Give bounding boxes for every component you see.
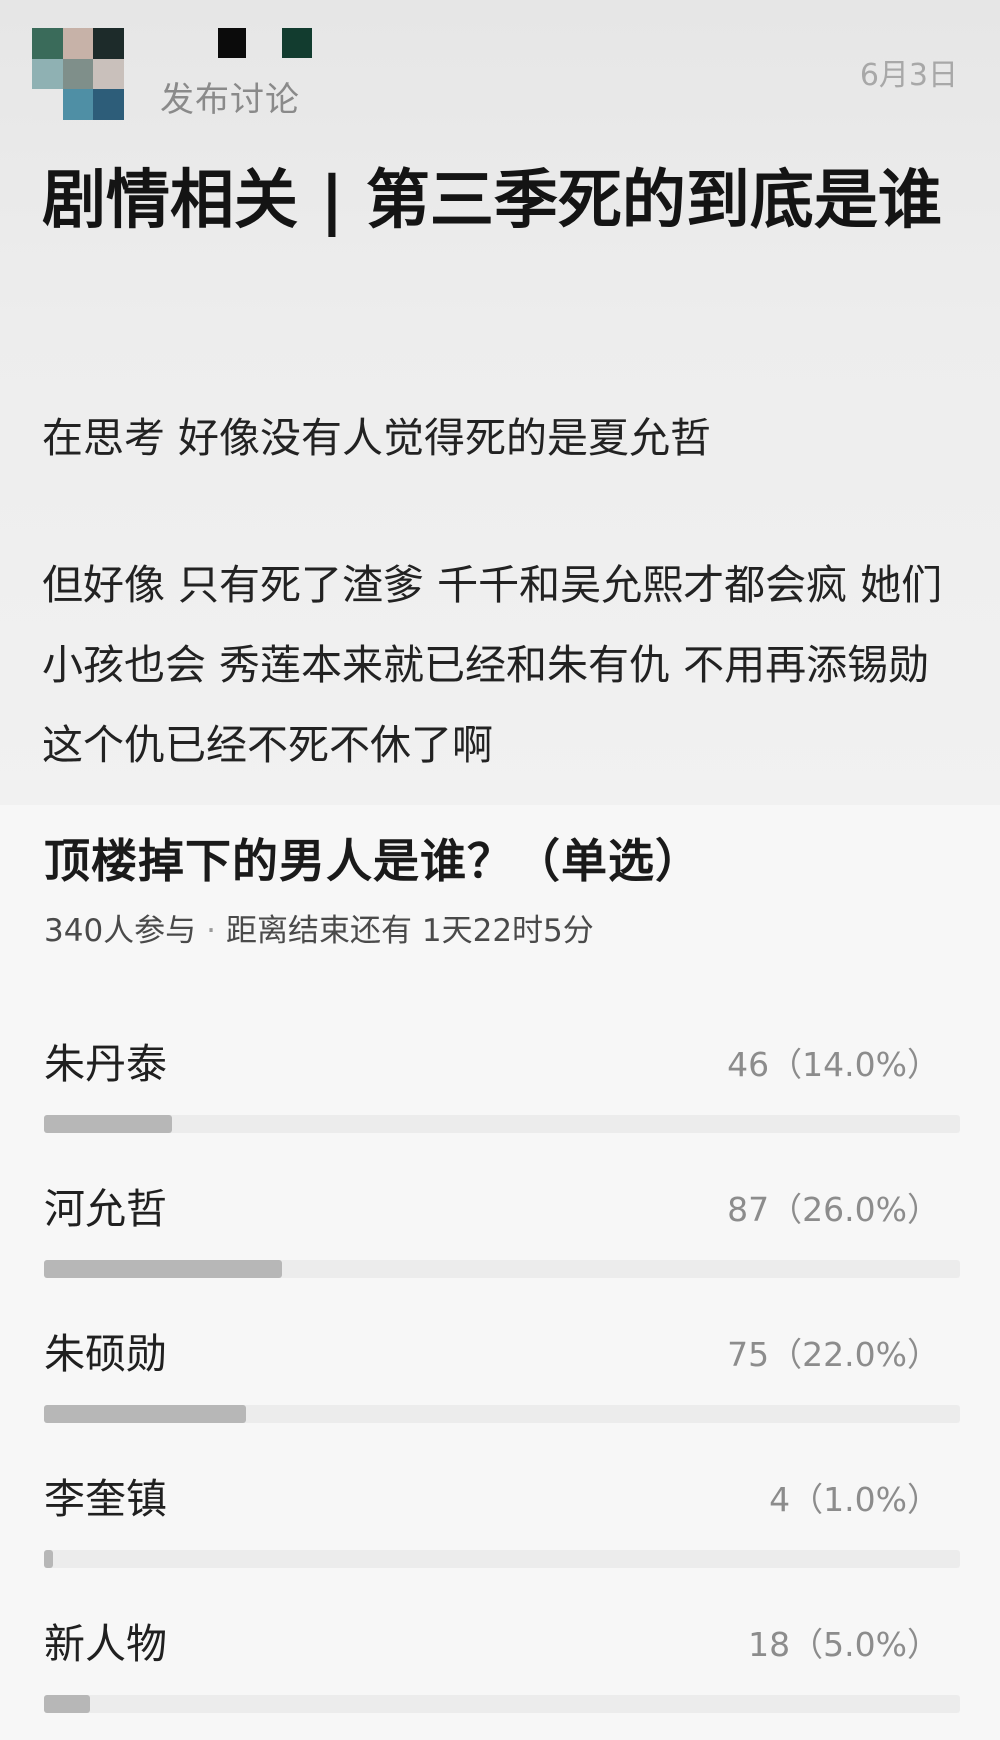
poll-option-bar	[44, 1550, 960, 1568]
poll-option[interactable]: 新人物 18（5.0%）	[44, 1610, 960, 1740]
poll-option-bar	[44, 1115, 960, 1133]
poll-option-bar-fill	[44, 1260, 283, 1278]
poll-option-label: 朱丹泰	[44, 1040, 167, 1088]
post-title: 剧情相关 | 第三季死的到底是谁	[42, 164, 942, 238]
poll-option-bar-fill	[44, 1405, 246, 1423]
poll-option[interactable]: 朱丹泰 46（14.0%）	[44, 1030, 960, 1175]
poll-option-count: 18（5.0%）	[748, 1625, 940, 1664]
username-blurred	[218, 28, 246, 58]
poll-meta: 340人参与 · 距离结束还有 1天22时5分	[44, 905, 594, 950]
separator-dot: ·	[206, 913, 217, 949]
poll-option-count: 4（1.0%）	[769, 1480, 940, 1519]
post-paragraph: 在思考 好像没有人觉得死的是夏允哲	[42, 414, 712, 462]
poll-option[interactable]: 李奎镇 4（1.0%）	[44, 1465, 960, 1610]
post-card[interactable]: 发布讨论 6月3日 剧情相关 | 第三季死的到底是谁 在思考 好像没有人觉得死的…	[0, 0, 1000, 805]
poll-option-count: 75（22.0%）	[727, 1335, 940, 1374]
poll-participants: 340人参与	[44, 913, 197, 949]
poll-option-bar	[44, 1405, 960, 1423]
poll-option-label: 朱硕勋	[44, 1330, 167, 1378]
poll-option-label: 河允哲	[44, 1185, 167, 1233]
avatar[interactable]	[32, 28, 124, 120]
poll-option-count: 87（26.0%）	[727, 1190, 940, 1229]
post-paragraph: 但好像 只有死了渣爹 千千和吴允熙才都会疯 她们小孩也会 秀莲本来就已经和朱有仇…	[42, 561, 943, 769]
poll-option[interactable]: 朱硕勋 75（22.0%）	[44, 1320, 960, 1465]
poll-remaining-time: 距离结束还有 1天22时5分	[226, 913, 594, 949]
post-type-label: 发布讨论	[160, 80, 300, 120]
username-blurred	[282, 28, 312, 58]
poll-option-count: 46（14.0%）	[727, 1045, 940, 1084]
poll-option-bar-fill	[44, 1115, 173, 1133]
poll-card: 顶楼掉下的男人是谁？（单选） 340人参与 · 距离结束还有 1天22时5分 朱丹泰…	[0, 805, 1000, 1740]
post-date: 6月3日	[859, 58, 958, 93]
poll-title: 顶楼掉下的男人是谁？（单选）	[44, 834, 702, 888]
poll-option[interactable]: 河允哲 87（26.0%）	[44, 1175, 960, 1320]
poll-option-label: 新人物	[44, 1620, 167, 1668]
poll-option-bar-fill	[44, 1550, 54, 1568]
poll-option-bar	[44, 1260, 960, 1278]
poll-option-bar-fill	[44, 1695, 90, 1713]
poll-option-bar	[44, 1695, 960, 1713]
poll-option-label: 李奎镇	[44, 1475, 167, 1523]
